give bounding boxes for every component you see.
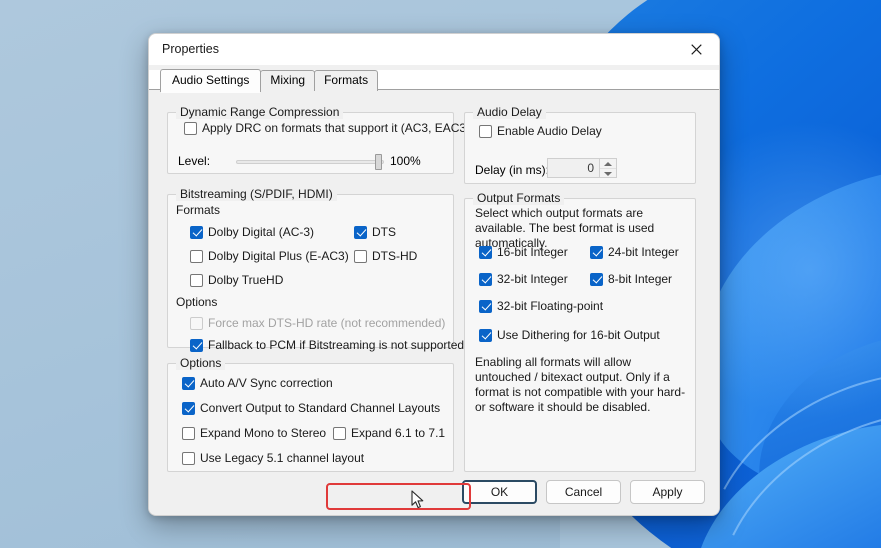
checkbox-label: Dolby Digital (AC-3): [208, 225, 315, 239]
group-audio-delay: Audio Delay Enable Audio Delay Delay (in…: [464, 105, 696, 184]
checkbox-label: Convert Output to Standard Channel Layou…: [200, 401, 441, 415]
tab-strip: Audio Settings Mixing Formats: [149, 69, 719, 93]
checkbox-dolby-truehd[interactable]: Dolby TrueHD: [190, 273, 283, 287]
checkbox-use-legacy-51-channel-layout[interactable]: Use Legacy 5.1 channel layout: [182, 451, 364, 465]
highlight-annotation-expand-mono-to-stereo: [326, 483, 471, 510]
output-formats-note: Enabling all formats will allow untouche…: [475, 355, 686, 414]
audio-settings-page: Dynamic Range Compression Apply DRC on f…: [149, 90, 719, 514]
checkbox-expand-mono-to-stereo[interactable]: Expand Mono to Stereo: [182, 426, 326, 440]
spinner-down-icon[interactable]: [600, 169, 616, 178]
checkbox-box: [354, 249, 367, 263]
checkbox-label: Use Dithering for 16-bit Output: [497, 328, 660, 342]
checkbox-box: [184, 121, 197, 135]
group-bitstreaming: Bitstreaming (S/PDIF, HDMI) Formats Dolb…: [167, 187, 464, 352]
checkbox-use-dithering-16-bit-output[interactable]: Use Dithering for 16-bit Output: [479, 328, 660, 342]
checkbox-box: [182, 401, 195, 415]
checkbox-32-bit-integer[interactable]: 32-bit Integer: [479, 272, 568, 286]
checkbox-box: [182, 376, 195, 390]
checkbox-box: [182, 426, 195, 440]
checkbox-box: [190, 249, 203, 263]
checkbox-16-bit-integer[interactable]: 16-bit Integer: [479, 245, 568, 259]
checkbox-24-bit-integer[interactable]: 24-bit Integer: [590, 245, 679, 259]
checkbox-8-bit-integer[interactable]: 8-bit Integer: [590, 272, 672, 286]
checkbox-box: [190, 273, 203, 287]
label-bitstreaming-options: Options: [176, 295, 218, 309]
label-delay-ms: Delay (in ms):: [475, 163, 550, 177]
checkbox-force-max-dtshd-rate: Force max DTS-HD rate (not recommended): [190, 316, 445, 330]
checkbox-enable-audio-delay[interactable]: Enable Audio Delay: [479, 124, 602, 138]
checkbox-box: [354, 225, 367, 239]
delay-value-input[interactable]: 0: [547, 158, 600, 178]
group-title-bitstreaming: Bitstreaming (S/PDIF, HDMI): [176, 187, 337, 201]
close-icon[interactable]: [674, 34, 719, 65]
checkbox-box: [479, 299, 492, 313]
checkbox-box: [190, 338, 203, 352]
wallpaper-petal-2: [733, 291, 881, 548]
cancel-button[interactable]: Cancel: [546, 480, 621, 504]
checkbox-convert-output-standard-layouts[interactable]: Convert Output to Standard Channel Layou…: [182, 401, 440, 415]
mouse-cursor-icon: [411, 490, 424, 512]
checkbox-dolby-digital-plus-eac3[interactable]: Dolby Digital Plus (E-AC3): [190, 249, 349, 263]
checkbox-dts-hd[interactable]: DTS-HD: [354, 249, 417, 263]
checkbox-label: Expand 6.1 to 7.1: [351, 426, 446, 440]
checkbox-label: Force max DTS-HD rate (not recommended): [208, 316, 446, 330]
group-title-output-formats: Output Formats: [473, 191, 565, 205]
checkbox-label: DTS-HD: [372, 249, 418, 263]
drc-level-slider-thumb[interactable]: [375, 154, 382, 170]
checkbox-label: 24-bit Integer: [608, 245, 679, 259]
title-bar: Properties: [149, 34, 719, 65]
group-title-audio-delay: Audio Delay: [473, 105, 546, 119]
checkbox-label: Dolby Digital Plus (E-AC3): [208, 249, 349, 263]
checkbox-label: DTS: [372, 225, 396, 239]
checkbox-box: [479, 124, 492, 138]
checkbox-box: [182, 451, 195, 465]
checkbox-dolby-digital-ac3[interactable]: Dolby Digital (AC-3): [190, 225, 314, 239]
group-output-formats: Output Formats Select which output forma…: [464, 191, 696, 472]
checkbox-label: Dolby TrueHD: [208, 273, 284, 287]
checkbox-label: 8-bit Integer: [608, 272, 673, 286]
desktop-background: Properties Audio Settings Mixing Formats D…: [0, 0, 881, 548]
checkbox-box: [479, 272, 492, 286]
checkbox-box: [479, 328, 492, 342]
checkbox-box: [590, 245, 603, 259]
group-title-options: Options: [176, 356, 226, 370]
group-dynamic-range-compression: Dynamic Range Compression Apply DRC on f…: [167, 105, 470, 174]
checkbox-label: 32-bit Integer: [497, 272, 568, 286]
checkbox-label: 32-bit Floating-point: [497, 299, 604, 313]
checkbox-dts[interactable]: DTS: [354, 225, 396, 239]
checkbox-box: [190, 316, 203, 330]
tab-mixing[interactable]: Mixing: [260, 70, 316, 91]
window-title: Properties: [162, 42, 219, 56]
checkbox-apply-drc[interactable]: Apply DRC on formats that support it (AC…: [184, 121, 470, 135]
checkbox-expand-61-to-71[interactable]: Expand 6.1 to 7.1: [333, 426, 445, 440]
checkbox-fallback-to-pcm[interactable]: Fallback to PCM if Bitstreaming is not s…: [190, 338, 464, 352]
delay-spinner[interactable]: [600, 158, 617, 178]
spinner-up-icon[interactable]: [600, 159, 616, 169]
checkbox-box: [479, 245, 492, 259]
apply-button[interactable]: Apply: [630, 480, 705, 504]
label-level: Level:: [178, 154, 211, 168]
drc-level-value: 100%: [390, 154, 421, 168]
tab-audio-settings[interactable]: Audio Settings: [160, 69, 262, 93]
checkbox-label: Enable Audio Delay: [497, 124, 602, 138]
checkbox-label: Fallback to PCM if Bitstreaming is not s…: [208, 338, 465, 352]
label-formats: Formats: [176, 203, 221, 217]
drc-level-slider-track[interactable]: [236, 160, 384, 164]
group-title-drc: Dynamic Range Compression: [176, 105, 344, 119]
checkbox-label: Auto A/V Sync correction: [200, 376, 333, 390]
ok-button[interactable]: OK: [462, 480, 537, 504]
checkbox-32-bit-floating-point[interactable]: 32-bit Floating-point: [479, 299, 603, 313]
checkbox-auto-av-sync-correction[interactable]: Auto A/V Sync correction: [182, 376, 333, 390]
checkbox-label: Use Legacy 5.1 channel layout: [200, 451, 365, 465]
tab-formats[interactable]: Formats: [314, 70, 379, 91]
dialog-button-bar: OK Cancel Apply: [462, 480, 705, 504]
checkbox-box: [333, 426, 346, 440]
checkbox-label: 16-bit Integer: [497, 245, 568, 259]
checkbox-label: Expand Mono to Stereo: [200, 426, 327, 440]
properties-dialog: Properties Audio Settings Mixing Formats D…: [148, 33, 720, 516]
group-options: Options Auto A/V Sync correction Convert…: [167, 356, 454, 472]
checkbox-box: [190, 225, 203, 239]
checkbox-box: [590, 272, 603, 286]
checkbox-label: Apply DRC on formats that support it (AC…: [202, 121, 471, 135]
